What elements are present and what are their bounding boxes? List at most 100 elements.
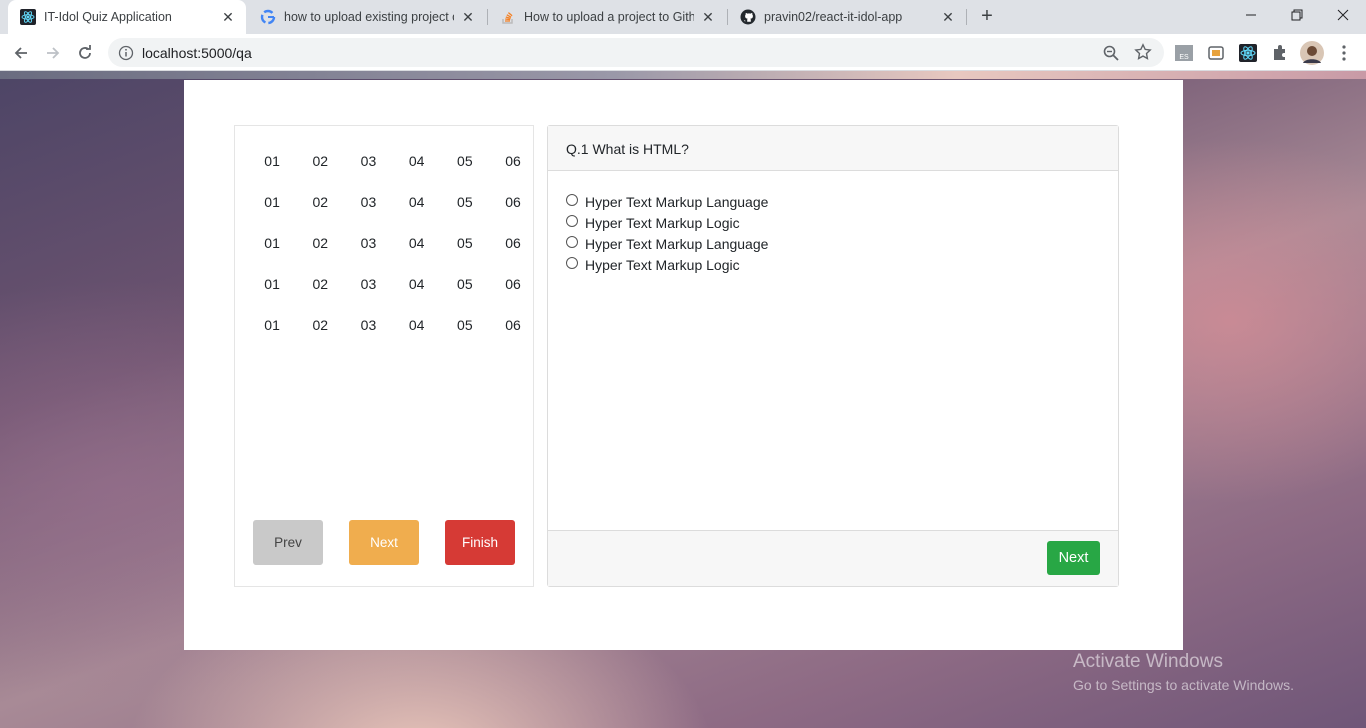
answer-option[interactable]: Hyper Text Markup Logic [566, 212, 1100, 233]
tab-github[interactable]: pravin02/react-it-idol-app ✕ [728, 0, 966, 34]
radio-button[interactable] [566, 235, 578, 248]
stackoverflow-icon [500, 9, 516, 25]
navigator-row: 01 02 03 04 05 06 [248, 144, 548, 185]
question-number[interactable]: 06 [489, 185, 537, 226]
question-number-grid: 01 02 03 04 05 06 01 02 03 04 05 06 01 0… [248, 144, 548, 349]
next-button[interactable]: Next [349, 520, 419, 565]
question-number[interactable]: 04 [393, 185, 441, 226]
option-label: Hyper Text Markup Language [585, 193, 769, 210]
navigator-row: 01 02 03 04 05 06 [248, 226, 548, 267]
question-number[interactable]: 03 [344, 267, 392, 308]
bookmark-star-icon[interactable] [1134, 43, 1152, 61]
option-label: Hyper Text Markup Language [585, 235, 769, 252]
question-number[interactable]: 04 [393, 144, 441, 185]
profile-avatar[interactable] [1300, 41, 1324, 65]
question-number[interactable]: 06 [489, 144, 537, 185]
question-number[interactable]: 05 [441, 226, 489, 267]
activate-windows-subtitle: Go to Settings to activate Windows. [1073, 677, 1294, 693]
question-number[interactable]: 02 [296, 226, 344, 267]
page-viewport: 01 02 03 04 05 06 01 02 03 04 05 06 01 0… [0, 71, 1366, 728]
tab-separator [966, 9, 967, 25]
tab-title: pravin02/react-it-idol-app [764, 10, 903, 24]
question-number[interactable]: 06 [489, 308, 537, 349]
question-number[interactable]: 04 [393, 308, 441, 349]
question-number[interactable]: 02 [296, 185, 344, 226]
tab-quiz-app[interactable]: IT-Idol Quiz Application ✕ [8, 0, 246, 34]
question-number[interactable]: 05 [441, 144, 489, 185]
tab-strip: IT-Idol Quiz Application ✕ how to upload… [0, 0, 1366, 34]
question-number[interactable]: 03 [344, 226, 392, 267]
question-number[interactable]: 01 [248, 267, 296, 308]
question-options: Hyper Text Markup Language Hyper Text Ma… [548, 171, 1118, 532]
navigator-row: 01 02 03 04 05 06 [248, 308, 548, 349]
tab-google-search[interactable]: how to upload existing project o ✕ [248, 0, 486, 34]
react-devtools-icon[interactable] [1238, 43, 1258, 63]
quiz-card: 01 02 03 04 05 06 01 02 03 04 05 06 01 0… [184, 80, 1183, 650]
question-next-button[interactable]: Next [1047, 541, 1100, 575]
question-number[interactable]: 06 [489, 226, 537, 267]
question-number[interactable]: 05 [441, 185, 489, 226]
restore-icon[interactable] [1274, 0, 1320, 30]
url-text: localhost:5000/qa [142, 45, 252, 61]
background-band [0, 71, 1366, 79]
close-tab-icon[interactable]: ✕ [460, 9, 476, 25]
answer-option[interactable]: Hyper Text Markup Language [566, 233, 1100, 254]
radio-button[interactable] [566, 214, 578, 227]
react-icon [20, 9, 36, 25]
answer-option[interactable]: Hyper Text Markup Language [566, 191, 1100, 212]
activate-windows-title: Activate Windows [1073, 651, 1223, 672]
new-tab-button[interactable]: + [976, 6, 998, 28]
minimize-icon[interactable] [1228, 0, 1274, 30]
screenshot-extension-icon[interactable] [1206, 43, 1226, 63]
finish-button[interactable]: Finish [445, 520, 515, 565]
address-bar[interactable]: localhost:5000/qa [108, 38, 1164, 67]
tab-title: How to upload a project to Githu [524, 10, 694, 24]
question-number[interactable]: 02 [296, 267, 344, 308]
close-tab-icon[interactable]: ✕ [940, 9, 956, 25]
back-icon[interactable] [8, 40, 34, 66]
zoom-icon[interactable] [1102, 44, 1120, 62]
question-footer: Next [548, 530, 1118, 586]
question-number[interactable]: 05 [441, 308, 489, 349]
navigator-row: 01 02 03 04 05 06 [248, 185, 548, 226]
info-icon[interactable] [118, 45, 134, 61]
question-number[interactable]: 03 [344, 185, 392, 226]
question-number[interactable]: 03 [344, 144, 392, 185]
question-number[interactable]: 05 [441, 267, 489, 308]
browser-toolbar: localhost:5000/qa ES [0, 34, 1366, 71]
option-label: Hyper Text Markup Logic [585, 214, 740, 231]
radio-button[interactable] [566, 193, 578, 206]
es-extension-icon[interactable]: ES [1174, 43, 1194, 63]
more-menu-icon[interactable] [1334, 43, 1354, 63]
prev-button[interactable]: Prev [253, 520, 323, 565]
question-title: Q.1 What is HTML? [548, 126, 1118, 171]
question-number[interactable]: 01 [248, 226, 296, 267]
question-number[interactable]: 06 [489, 267, 537, 308]
close-tab-icon[interactable]: ✕ [220, 9, 236, 25]
question-panel: Q.1 What is HTML? Hyper Text Markup Lang… [547, 125, 1119, 587]
tab-stackoverflow[interactable]: How to upload a project to Githu ✕ [488, 0, 726, 34]
question-number[interactable]: 04 [393, 226, 441, 267]
reload-icon[interactable] [72, 40, 98, 66]
question-number[interactable]: 03 [344, 308, 392, 349]
question-number[interactable]: 04 [393, 267, 441, 308]
close-tab-icon[interactable]: ✕ [700, 9, 716, 25]
google-icon [260, 9, 276, 25]
extensions-puzzle-icon[interactable] [1270, 43, 1290, 63]
question-number[interactable]: 02 [296, 308, 344, 349]
question-navigator: 01 02 03 04 05 06 01 02 03 04 05 06 01 0… [234, 125, 534, 587]
answer-option[interactable]: Hyper Text Markup Logic [566, 254, 1100, 275]
forward-icon[interactable] [40, 40, 66, 66]
github-icon [740, 9, 756, 25]
question-number[interactable]: 01 [248, 144, 296, 185]
radio-button[interactable] [566, 256, 578, 269]
svg-text:ES: ES [1179, 54, 1189, 61]
question-number[interactable]: 02 [296, 144, 344, 185]
tab-title: IT-Idol Quiz Application [44, 10, 172, 24]
navigator-row: 01 02 03 04 05 06 [248, 267, 548, 308]
close-window-icon[interactable] [1320, 0, 1366, 30]
tab-title: how to upload existing project o [284, 10, 454, 24]
question-number[interactable]: 01 [248, 308, 296, 349]
option-label: Hyper Text Markup Logic [585, 256, 740, 273]
question-number[interactable]: 01 [248, 185, 296, 226]
